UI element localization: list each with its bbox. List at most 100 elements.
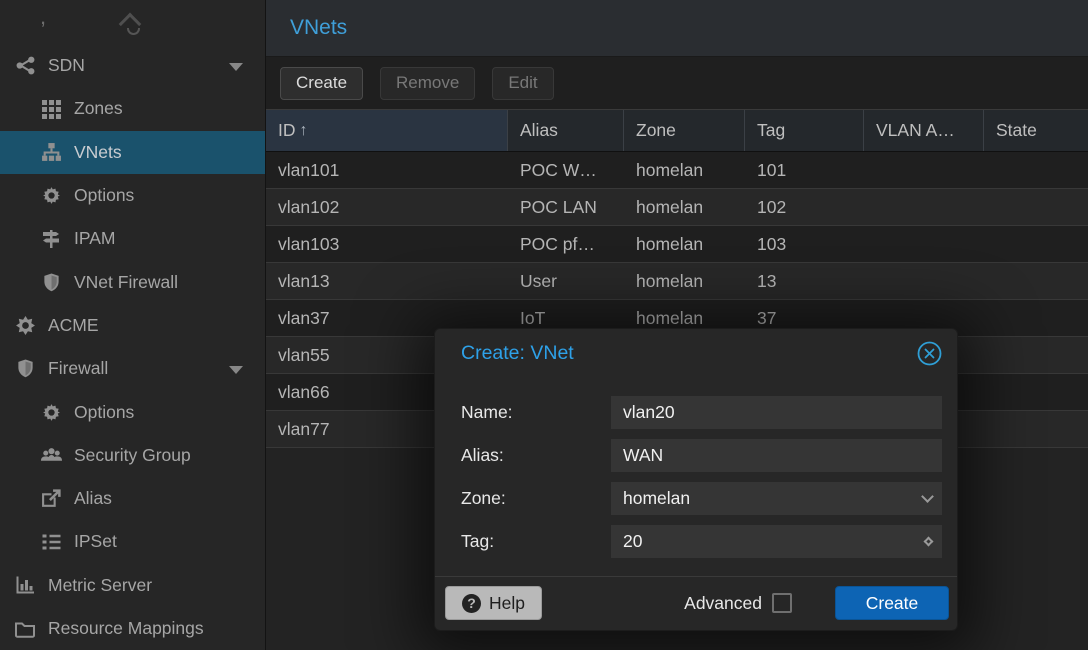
cell-tag: 37 bbox=[745, 308, 864, 329]
sidebar-item-options[interactable]: Options bbox=[0, 174, 265, 217]
sidebar-item-label: Zones bbox=[74, 98, 123, 119]
chevron-down-icon bbox=[921, 490, 934, 503]
cell-alias: POC W… bbox=[508, 160, 624, 181]
zone-input[interactable] bbox=[611, 482, 942, 515]
column-header-vlan_aware[interactable]: VLAN A… bbox=[864, 110, 984, 151]
sidebar-item-firewall[interactable]: Firewall bbox=[0, 347, 265, 390]
spinner-down-icon[interactable] bbox=[924, 536, 934, 546]
field-label: Zone: bbox=[461, 488, 611, 509]
column-header-label: State bbox=[996, 120, 1037, 141]
remove-button[interactable]: Remove bbox=[380, 67, 475, 100]
field-row-zone: Zone: bbox=[461, 482, 942, 515]
dialog-header: Create: VNet bbox=[435, 329, 957, 378]
sidebar-item-label: Firewall bbox=[48, 358, 108, 379]
cell-zone: homelan bbox=[624, 308, 745, 329]
sidebar-item-ipam[interactable]: IPAM bbox=[0, 217, 265, 260]
cell-tag: 102 bbox=[745, 197, 864, 218]
create-submit-button[interactable]: Create bbox=[835, 586, 949, 620]
field-row-alias: Alias: bbox=[461, 439, 942, 472]
advanced-checkbox[interactable] bbox=[772, 593, 792, 613]
help-button-label: Help bbox=[489, 593, 525, 614]
field-label: Alias: bbox=[461, 445, 611, 466]
field-label: Tag: bbox=[461, 531, 611, 552]
dialog-body: Name: Alias: Zone: Tag: bbox=[435, 378, 957, 568]
zone-field-wrap bbox=[611, 482, 942, 515]
table-row-vlan101[interactable]: vlan101POC W…homelan101 bbox=[266, 152, 1088, 189]
number-spinner[interactable] bbox=[925, 525, 932, 558]
sidebar-item-label: Security Group bbox=[74, 445, 191, 466]
dialog-footer: ? Help Advanced Create bbox=[435, 577, 957, 630]
column-header-label: Tag bbox=[757, 120, 785, 141]
caret-down-icon[interactable] bbox=[229, 366, 243, 374]
help-button[interactable]: ? Help bbox=[445, 586, 542, 620]
sidebar-item-label: VNet Firewall bbox=[74, 272, 178, 293]
sidebar-item-label: Options bbox=[74, 185, 134, 206]
sidebar-item-vnets[interactable]: VNets bbox=[0, 131, 265, 174]
sidebar-item-ipset[interactable]: IPSet bbox=[0, 520, 265, 563]
column-header-id[interactable]: ID↑ bbox=[266, 110, 508, 151]
sidebar-item-resource-mappings[interactable]: Resource Mappings bbox=[0, 607, 265, 650]
shield-icon bbox=[12, 358, 38, 380]
cell-tag: 103 bbox=[745, 234, 864, 255]
dialog-title: Create: VNet bbox=[461, 342, 915, 365]
cell-id: vlan102 bbox=[266, 197, 508, 218]
column-header-state[interactable]: State bbox=[984, 110, 1088, 151]
name-input[interactable] bbox=[611, 396, 942, 429]
edit-button[interactable]: Edit bbox=[492, 67, 553, 100]
sidebar-scroll-up[interactable]: , bbox=[0, 0, 265, 44]
sidebar-item-metric-server[interactable]: Metric Server bbox=[0, 564, 265, 607]
sidebar: , SDN Zones VNets Options IPAM VNet Firewall A… bbox=[0, 0, 266, 650]
grid-icon bbox=[38, 98, 64, 120]
cell-id: vlan37 bbox=[266, 308, 508, 329]
share-nodes-icon bbox=[12, 55, 38, 77]
close-icon[interactable] bbox=[915, 339, 943, 367]
toolbar: Create Remove Edit bbox=[266, 57, 1088, 109]
cell-zone: homelan bbox=[624, 197, 745, 218]
table-row-vlan103[interactable]: vlan103POC pf…homelan103 bbox=[266, 226, 1088, 263]
table-row-vlan13[interactable]: vlan13Userhomelan13 bbox=[266, 263, 1088, 300]
alias-field-wrap bbox=[611, 439, 942, 472]
tag-field-wrap bbox=[611, 525, 942, 558]
cell-zone: homelan bbox=[624, 160, 745, 181]
caret-down-icon[interactable] bbox=[229, 63, 243, 71]
sidebar-item-zones[interactable]: Zones bbox=[0, 87, 265, 130]
cell-id: vlan101 bbox=[266, 160, 508, 181]
certificate-icon bbox=[12, 314, 38, 336]
sidebar-item-acme[interactable]: ACME bbox=[0, 304, 265, 347]
sidebar-item-security-group[interactable]: Security Group bbox=[0, 434, 265, 477]
page-title: VNets bbox=[290, 16, 347, 40]
cell-zone: homelan bbox=[624, 271, 745, 292]
cell-alias: User bbox=[508, 271, 624, 292]
sidebar-item-label: Alias bbox=[74, 488, 112, 509]
bar-chart-icon bbox=[12, 574, 38, 596]
panel-header: VNets bbox=[266, 0, 1088, 57]
table-row-vlan102[interactable]: vlan102POC LANhomelan102 bbox=[266, 189, 1088, 226]
alias-input[interactable] bbox=[611, 439, 942, 472]
sidebar-item-label: IPAM bbox=[74, 228, 116, 249]
sidebar-item-label: SDN bbox=[48, 55, 85, 76]
question-circle-icon: ? bbox=[462, 594, 481, 613]
sidebar-item-alias[interactable]: Alias bbox=[0, 477, 265, 520]
column-header-label: Zone bbox=[636, 120, 676, 141]
sidebar-item-vnet-firewall[interactable]: VNet Firewall bbox=[0, 260, 265, 303]
sidebar-item-options[interactable]: Options bbox=[0, 390, 265, 433]
sidebar-item-sdn[interactable]: SDN bbox=[0, 44, 265, 87]
table-header-row: ID↑AliasZoneTagVLAN A…State bbox=[266, 109, 1088, 152]
column-header-alias[interactable]: Alias bbox=[508, 110, 624, 151]
sidebar-item-label: Options bbox=[74, 402, 134, 423]
sidebar-item-label: ACME bbox=[48, 315, 99, 336]
field-row-name: Name: bbox=[461, 396, 942, 429]
column-header-label: ID bbox=[278, 120, 296, 141]
folder-icon bbox=[12, 618, 38, 640]
field-label: Name: bbox=[461, 402, 611, 423]
sidebar-nav: SDN Zones VNets Options IPAM VNet Firewall ACM… bbox=[0, 44, 265, 650]
column-header-zone[interactable]: Zone bbox=[624, 110, 745, 151]
column-header-tag[interactable]: Tag bbox=[745, 110, 864, 151]
sidebar-item-label: VNets bbox=[74, 142, 122, 163]
tag-input[interactable] bbox=[611, 525, 942, 558]
shield-icon bbox=[38, 271, 64, 293]
create-button[interactable]: Create bbox=[280, 67, 363, 100]
sidebar-item-label: Resource Mappings bbox=[48, 618, 204, 639]
sort-ascending-icon: ↑ bbox=[300, 122, 308, 140]
dropdown-trigger[interactable] bbox=[923, 482, 932, 515]
